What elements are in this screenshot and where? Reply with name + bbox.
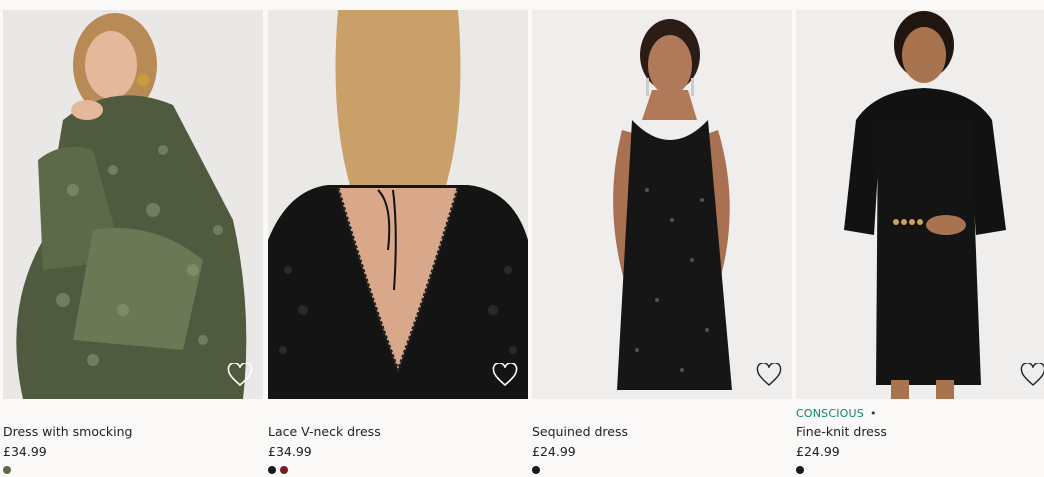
- product-card[interactable]: CONSCIOUS • Fine-knit dress £24.99: [796, 0, 1044, 477]
- color-swatch[interactable]: [532, 466, 540, 474]
- color-swatch[interactable]: [280, 466, 288, 474]
- color-swatch[interactable]: [3, 466, 11, 474]
- product-image[interactable]: [796, 10, 1044, 399]
- color-swatches: [796, 466, 804, 475]
- product-card[interactable]: Sequined dress £24.99: [532, 0, 792, 477]
- product-price: £34.99: [3, 444, 47, 459]
- favourite-heart-icon[interactable]: [227, 363, 253, 387]
- product-price: £24.99: [796, 444, 840, 459]
- model-photo: [3, 10, 263, 399]
- product-image[interactable]: [532, 10, 792, 399]
- product-title[interactable]: Fine-knit dress: [796, 424, 887, 439]
- product-image[interactable]: [268, 10, 528, 399]
- product-price: £34.99: [268, 444, 312, 459]
- model-photo: [268, 10, 528, 399]
- product-title[interactable]: Dress with smocking: [3, 424, 132, 439]
- favourite-heart-icon[interactable]: [756, 363, 782, 387]
- badge-separator: •: [869, 407, 877, 420]
- product-image[interactable]: [3, 10, 263, 399]
- model-photo: [796, 10, 1044, 399]
- color-swatches: [532, 466, 540, 475]
- model-photo: [532, 10, 792, 399]
- color-swatches: [3, 466, 11, 475]
- product-price: £24.99: [532, 444, 576, 459]
- badge-label: CONSCIOUS: [796, 407, 864, 420]
- color-swatch[interactable]: [268, 466, 276, 474]
- product-card[interactable]: Dress with smocking £34.99: [3, 0, 263, 477]
- color-swatch[interactable]: [796, 466, 804, 474]
- conscious-badge: CONSCIOUS •: [796, 407, 877, 421]
- product-title[interactable]: Lace V-neck dress: [268, 424, 381, 439]
- favourite-heart-icon[interactable]: [492, 363, 518, 387]
- favourite-heart-icon[interactable]: [1020, 363, 1044, 387]
- product-grid: Dress with smocking £34.99 Lace V-neck d…: [0, 0, 1044, 477]
- product-title[interactable]: Sequined dress: [532, 424, 628, 439]
- color-swatches: [268, 466, 288, 475]
- product-card[interactable]: Lace V-neck dress £34.99: [268, 0, 528, 477]
